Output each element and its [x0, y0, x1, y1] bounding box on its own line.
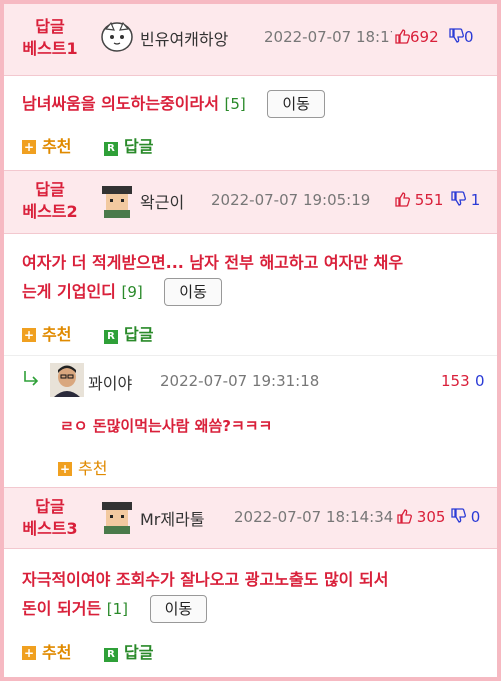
reply-count: [1]: [106, 600, 128, 618]
move-button[interactable]: 이동: [164, 278, 222, 306]
comment-text: 자극적이여야 조회수가 잘나오고 광고노출도 많이 되서 돈이 되거든 [1] …: [22, 565, 480, 624]
divider: [4, 355, 497, 356]
avatar[interactable]: [50, 363, 84, 397]
reply-count: [9]: [121, 283, 143, 301]
nickname[interactable]: Mr제라툴: [140, 506, 205, 530]
reply-r-icon: R: [104, 142, 118, 156]
thumb-down-icon[interactable]: [450, 508, 466, 524]
upvote[interactable]: 305: [396, 508, 445, 526]
reply-button[interactable]: R 답글: [104, 321, 153, 345]
reply-button[interactable]: R 답글: [104, 639, 153, 663]
best-badge: 답글 베스트1: [22, 17, 78, 58]
downvote[interactable]: 1: [450, 191, 480, 209]
comment-date: 2022-07-07 19:05:19: [211, 191, 371, 209]
plus-icon: +: [22, 140, 36, 154]
thumb-up-icon[interactable]: [394, 191, 410, 207]
move-button[interactable]: 이동: [149, 595, 208, 623]
comment-text: 남녀싸움을 의도하는중이라서 [5] 이동: [22, 89, 480, 119]
comment-header: 답글 베스트1 빈유여캐하앙 2022-07-07 18:17:43 692 0: [4, 4, 497, 76]
best-badge: 답글 베스트2: [22, 180, 78, 221]
downvote[interactable]: 0: [448, 28, 474, 46]
avatar[interactable]: [100, 20, 134, 54]
reply-r-icon: R: [104, 648, 118, 662]
recommend-button[interactable]: + 추천: [22, 133, 71, 157]
thumb-up-icon[interactable]: [396, 508, 412, 524]
plus-icon: +: [22, 646, 36, 660]
nickname[interactable]: 꽈이야: [88, 370, 132, 394]
downvote[interactable]: 0: [450, 508, 480, 526]
reply-r-icon: R: [104, 330, 118, 344]
nickname[interactable]: 빈유여캐하앙: [140, 26, 228, 50]
nickname[interactable]: 왁근이: [140, 189, 184, 213]
avatar[interactable]: [100, 500, 134, 534]
upvote[interactable]: 692: [392, 28, 439, 46]
move-button[interactable]: 이동: [267, 90, 325, 118]
downvote[interactable]: 0: [475, 372, 485, 390]
upvote[interactable]: 153: [441, 372, 470, 390]
recommend-button[interactable]: + 추천: [58, 455, 107, 479]
avatar[interactable]: [100, 184, 134, 218]
comment-header: 답글 베스트3 Mr제라툴 2022-07-07 18:14:34 305 0: [4, 487, 497, 549]
best-badge: 답글 베스트3: [22, 497, 78, 538]
thumb-down-icon[interactable]: [448, 28, 464, 44]
recommend-button[interactable]: + 추천: [22, 639, 71, 663]
comment-text: 여자가 더 적게받으면... 남자 전부 해고하고 여자만 채우 는게 기업인디…: [22, 248, 480, 307]
plus-icon: +: [22, 328, 36, 342]
thumb-down-icon[interactable]: [450, 191, 466, 207]
comment-date: 2022-07-07 19:31:18: [160, 372, 320, 390]
comment-text: ㄹㅇ 돈많이먹는사람 왜씀?ㅋㅋㅋ: [60, 417, 273, 435]
comment-date: 2022-07-07 18:14:34: [234, 508, 394, 526]
upvote[interactable]: 551: [394, 191, 443, 209]
reply-arrow-icon: [24, 371, 39, 386]
plus-icon: +: [58, 462, 72, 476]
comment-header: 답글 베스트2 왁근이 2022-07-07 19:05:19 551 1: [4, 170, 497, 234]
reply-count: [5]: [224, 95, 246, 113]
recommend-button[interactable]: + 추천: [22, 321, 71, 345]
reply-button[interactable]: R 답글: [104, 133, 153, 157]
thumb-up-icon[interactable]: [394, 28, 410, 44]
